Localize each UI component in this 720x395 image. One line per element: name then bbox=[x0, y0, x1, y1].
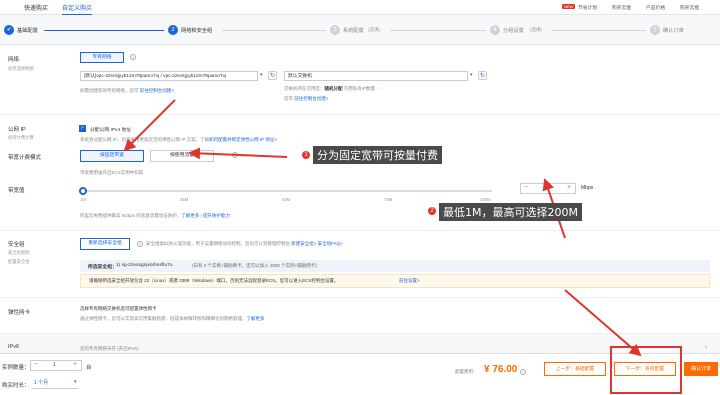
annotation-2: 最低1M，最高可选择200M bbox=[439, 203, 582, 221]
annotation-arrow bbox=[188, 147, 288, 160]
annotation-arrow bbox=[123, 99, 176, 152]
annotation-number-2: 2 bbox=[428, 207, 436, 215]
highlight-box bbox=[610, 346, 682, 394]
annotation-number-1: 1 bbox=[302, 151, 310, 159]
annotation-1: 分为固定宽带可按量付费 bbox=[313, 146, 442, 164]
annotation-arrows bbox=[123, 99, 682, 394]
annotation-arrow bbox=[564, 289, 642, 357]
